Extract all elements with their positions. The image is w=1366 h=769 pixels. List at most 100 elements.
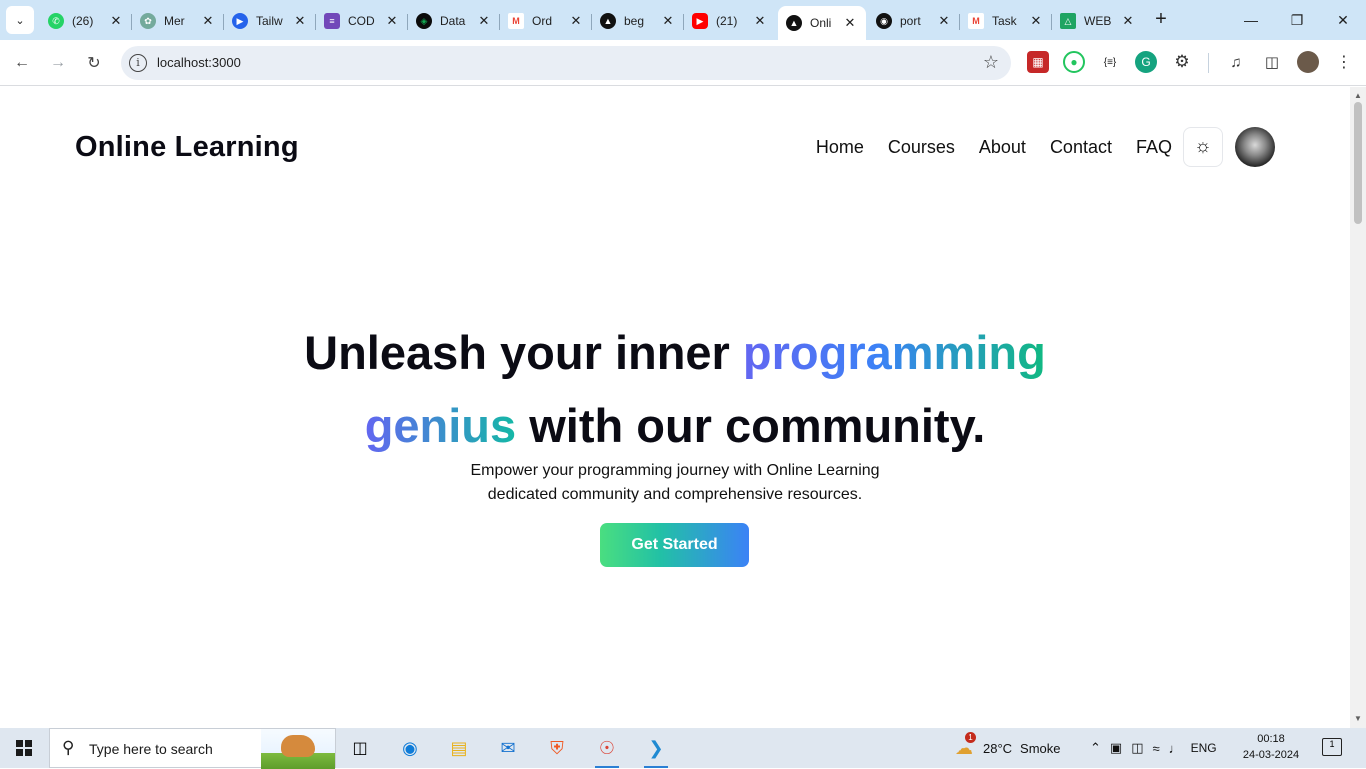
nav-link-contact[interactable]: Contact — [1050, 137, 1112, 158]
chevron-up-icon[interactable]: ⌃ — [1090, 740, 1101, 756]
tab-strip: ⌄ ✆ (26) ✕ ✿ Mer ✕ ▶ Tailw ✕ ≡ COD ✕ ◈ D… — [0, 0, 1366, 40]
close-tab-icon[interactable]: ✕ — [660, 13, 676, 29]
tab-title: (26) — [72, 14, 94, 28]
notification-center-icon[interactable]: 1 — [1322, 738, 1342, 756]
mail-icon[interactable]: ✉ — [490, 732, 526, 764]
grammarly-icon[interactable]: G — [1135, 51, 1157, 73]
arrow-left-icon: ← — [14, 54, 30, 71]
user-avatar[interactable] — [1235, 127, 1275, 167]
browser-tab[interactable]: ▲ beg ✕ — [592, 6, 684, 36]
system-tray: ⌃ ▣ ◫ ≈ ♩ ENG — [1090, 728, 1217, 768]
hero-title-highlight: genius — [364, 399, 517, 452]
vercel-icon: ▲ — [600, 13, 616, 29]
browser-tab[interactable]: ✿ Mer ✕ — [132, 6, 224, 36]
meet-now-icon[interactable]: ▣ — [1110, 740, 1122, 756]
bookmark-star-icon[interactable]: ☆ — [983, 52, 999, 73]
browser-tab[interactable]: M Task ✕ — [960, 6, 1052, 36]
close-tab-icon[interactable]: ✕ — [476, 13, 492, 29]
language-indicator[interactable]: ENG — [1191, 741, 1217, 755]
gmail-icon: M — [508, 13, 524, 29]
back-button[interactable]: ← — [8, 49, 36, 77]
volume-icon[interactable]: ♩ — [1169, 741, 1182, 756]
start-button[interactable] — [0, 728, 48, 768]
extension-icon-green[interactable]: ● — [1063, 51, 1085, 73]
url-text[interactable]: localhost:3000 — [157, 55, 241, 70]
minimize-button[interactable]: — — [1228, 0, 1274, 40]
tab-search-button[interactable]: ⌄ — [6, 6, 34, 34]
vscode-icon[interactable]: ❯ — [638, 732, 674, 768]
media-control-icon[interactable]: ♫ — [1225, 51, 1247, 73]
profile-avatar[interactable] — [1297, 51, 1319, 73]
browser-tab[interactable]: ▶ (21) ✕ — [684, 6, 776, 36]
puzzle-extensions-icon[interactable]: ⚙ — [1171, 51, 1193, 73]
close-tab-icon[interactable]: ✕ — [842, 15, 858, 31]
close-tab-icon[interactable]: ✕ — [292, 13, 308, 29]
get-started-button[interactable]: Get Started — [600, 523, 749, 567]
sun-icon: ☼ — [1194, 136, 1212, 157]
task-view-icon[interactable]: ◫ — [342, 732, 378, 764]
reload-button[interactable]: ↻ — [80, 49, 108, 77]
search-highlight-image — [261, 729, 335, 769]
browser-tab[interactable]: ✆ (26) ✕ — [40, 6, 132, 36]
tab-title: (21) — [716, 14, 738, 28]
restore-button[interactable]: ❐ — [1274, 0, 1320, 40]
tab-title: COD — [348, 14, 375, 28]
close-tab-icon[interactable]: ✕ — [936, 13, 952, 29]
brave-icon[interactable]: ⛨ — [539, 732, 575, 764]
close-tab-icon[interactable]: ✕ — [568, 13, 584, 29]
browser-tab[interactable]: ◉ port ✕ — [868, 6, 960, 36]
nav-link-home[interactable]: Home — [816, 137, 864, 158]
scroll-up-icon[interactable]: ▲ — [1354, 91, 1362, 100]
close-tab-icon[interactable]: ✕ — [1120, 13, 1136, 29]
hero-title-text: with our community. — [516, 399, 986, 452]
extension-icon-red[interactable]: ▦ — [1027, 51, 1049, 73]
weather-text: Smoke — [1020, 740, 1061, 756]
windows-logo-icon — [16, 740, 32, 756]
kebab-menu-icon[interactable]: ⋮ — [1333, 51, 1355, 73]
close-window-button[interactable]: ✕ — [1320, 0, 1366, 40]
nav-link-faq[interactable]: FAQ — [1136, 137, 1172, 158]
browser-tab[interactable]: △ WEB ✕ — [1052, 6, 1144, 36]
windows-taskbar: ⚲ Type here to search ◫ ◉ ▤ ✉ ⛨ ☉ ❯ ☁ 1 2… — [0, 728, 1366, 769]
power-icon[interactable]: ◫ — [1131, 740, 1143, 756]
site-info-icon[interactable]: i — [129, 54, 147, 72]
taskbar-search[interactable]: ⚲ Type here to search — [49, 728, 336, 769]
browser-tab-active[interactable]: ▲ Onli ✕ — [778, 6, 866, 40]
tab-title: Onli — [810, 16, 832, 30]
main-nav: Home Courses About Contact FAQ — [816, 137, 1172, 158]
close-tab-icon[interactable]: ✕ — [1028, 13, 1044, 29]
nav-link-about[interactable]: About — [979, 137, 1026, 158]
site-logo[interactable]: Online Learning — [75, 131, 299, 164]
wifi-icon[interactable]: ≈ — [1153, 741, 1160, 756]
chrome-icon[interactable]: ☉ — [589, 732, 625, 768]
tab-title: WEB — [1084, 14, 1112, 28]
new-tab-button[interactable]: + — [1150, 8, 1172, 30]
hero-subtitle-line-1: Empower your programming journey with On… — [470, 462, 880, 479]
edge-icon[interactable]: ◉ — [392, 732, 428, 764]
clock[interactable]: 00:18 24-03-2024 — [1236, 731, 1306, 763]
close-tab-icon[interactable]: ✕ — [200, 13, 216, 29]
arrow-right-icon: → — [50, 54, 66, 71]
file-explorer-icon[interactable]: ▤ — [441, 732, 477, 764]
browser-tab[interactable]: ▶ Tailw ✕ — [224, 6, 316, 36]
tab-title: Mer — [164, 14, 185, 28]
vercel-icon: ▲ — [786, 15, 802, 31]
forward-button[interactable]: → — [44, 49, 72, 77]
side-panel-icon[interactable]: ◫ — [1261, 51, 1283, 73]
close-tab-icon[interactable]: ✕ — [752, 13, 768, 29]
weather-icon: ☁ 1 — [955, 731, 976, 759]
page-scrollbar[interactable]: ▲ ▼ — [1350, 87, 1366, 728]
scroll-down-icon[interactable]: ▼ — [1354, 714, 1362, 723]
browser-tab[interactable]: ◈ Data ✕ — [408, 6, 500, 36]
scrollbar-thumb[interactable] — [1354, 102, 1362, 224]
close-tab-icon[interactable]: ✕ — [384, 13, 400, 29]
theme-toggle-button[interactable]: ☼ — [1183, 127, 1223, 167]
weather-widget[interactable]: ☁ 1 28°C Smoke — [955, 728, 1061, 768]
json-extension-icon[interactable]: {≡} — [1099, 51, 1121, 73]
nav-link-courses[interactable]: Courses — [888, 137, 955, 158]
gmail-icon: M — [968, 13, 984, 29]
browser-tab[interactable]: M Ord ✕ — [500, 6, 592, 36]
close-tab-icon[interactable]: ✕ — [108, 13, 124, 29]
address-bar[interactable]: i localhost:3000 ☆ — [121, 46, 1011, 80]
browser-tab[interactable]: ≡ COD ✕ — [316, 6, 408, 36]
